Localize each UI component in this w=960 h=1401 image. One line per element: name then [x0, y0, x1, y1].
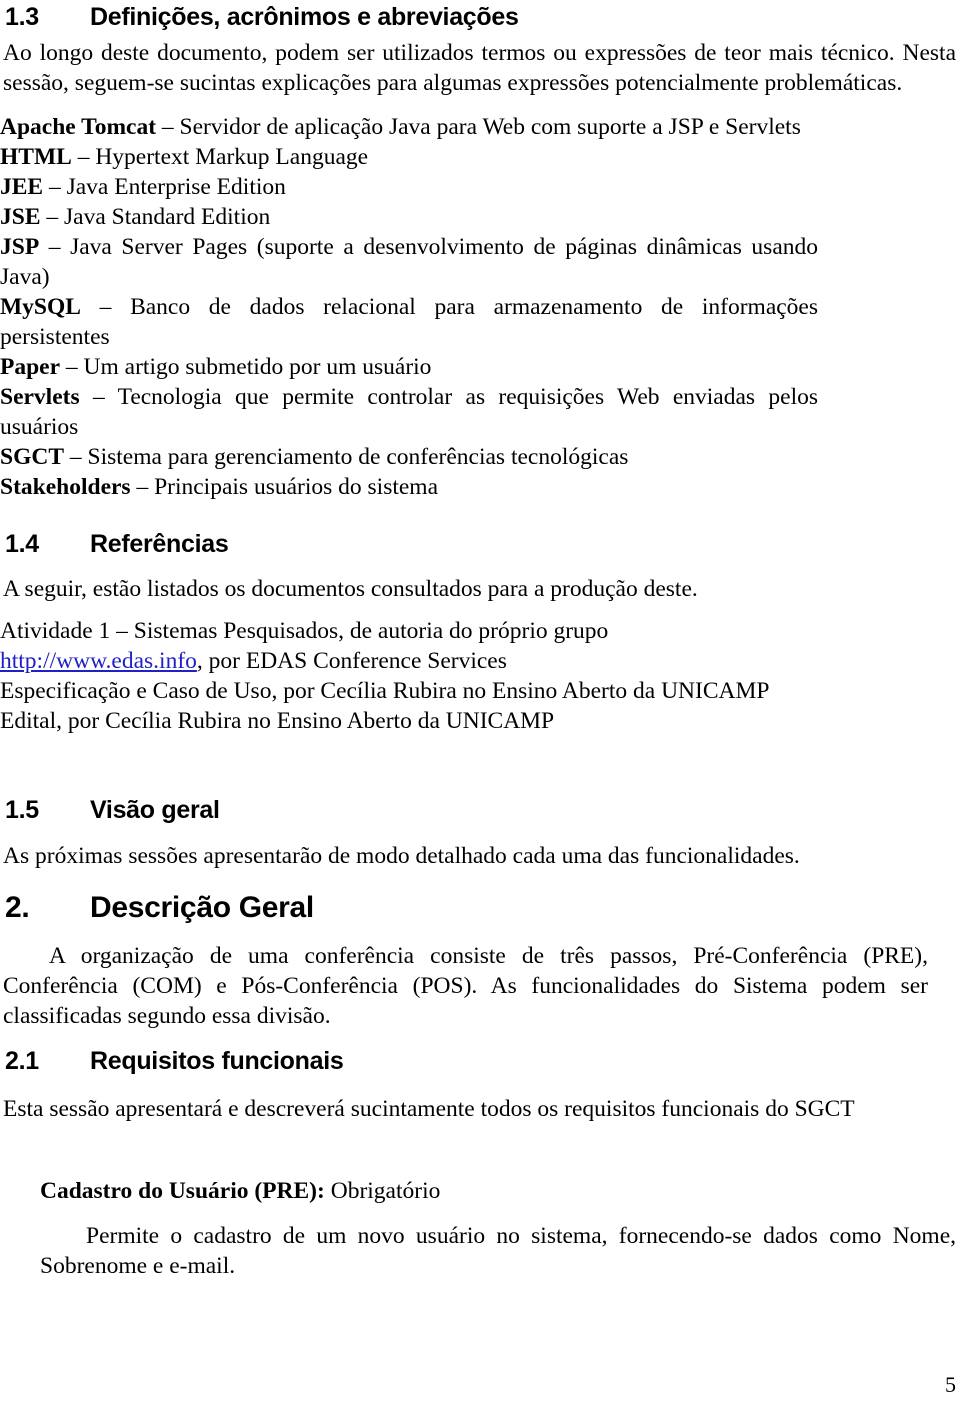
definition-text: Tecnologia que permite controlar as requ…	[0, 384, 818, 440]
definition-term: MySQL	[0, 294, 81, 320]
definition-term: HTML	[0, 144, 72, 170]
list-item: ●Servlets – Tecnologia que permite contr…	[0, 382, 818, 442]
reference-text: Atividade 1 – Sistemas Pesquisados, de a…	[0, 618, 609, 644]
definition-term: JEE	[0, 174, 44, 200]
list-item: ●Stakeholders – Principais usuários do s…	[0, 472, 818, 502]
heading-2-1-number: 2.1	[5, 1047, 39, 1075]
list-item: ●JSE – Java Standard Edition	[0, 202, 818, 232]
definition-dash: –	[79, 384, 118, 410]
list-item: ●Paper – Um artigo submetido por um usuá…	[0, 352, 818, 382]
definition-text: Principais usuários do sistema	[154, 474, 439, 500]
definitions-list: ●Apache Tomcat – Servidor de aplicação J…	[0, 112, 818, 502]
definition-dash: –	[80, 294, 131, 320]
list-item: ●Edital, por Cecília Rubira no Ensino Ab…	[0, 706, 806, 736]
list-item: ●Apache Tomcat – Servidor de aplicação J…	[0, 112, 818, 142]
definition-term: Servlets	[0, 384, 80, 410]
reference-text: Especificação e Caso de Uso, por Cecília…	[0, 678, 770, 704]
definition-text: Servidor de aplicação Java para Web com …	[179, 114, 801, 140]
requirement-heading-bold: Cadastro do Usuário (PRE):	[40, 1178, 325, 1204]
heading-1-4: 1.4 Referências	[5, 529, 905, 559]
definition-dash: –	[130, 474, 155, 500]
heading-1-3-number: 1.3	[5, 3, 39, 31]
references-list-wrapper: ●Atividade 1 – Sistemas Pesquisados, de …	[0, 616, 960, 736]
heading-1-3: 1.3 Definições, acrônimos e abreviações	[5, 2, 905, 32]
definition-term: Paper	[0, 354, 61, 380]
requirement-body: Permite o cadastro de um novo usuário no…	[40, 1223, 956, 1279]
list-item: ●Atividade 1 – Sistemas Pesquisados, de …	[0, 616, 806, 646]
list-item: ●SGCT – Sistema para gerenciamento de co…	[0, 442, 818, 472]
definition-text: Sistema para gerenciamento de conferênci…	[87, 444, 629, 470]
list-item: ●JSP – Java Server Pages (suporte a dese…	[0, 232, 818, 292]
heading-2: 2. Descrição Geral	[5, 890, 905, 926]
definition-dash: –	[40, 204, 64, 230]
definitions-list-wrapper: ●Apache Tomcat – Servidor de aplicação J…	[0, 112, 960, 502]
reference-text: , por EDAS Conference Services	[196, 648, 507, 674]
edas-link[interactable]: http://www.edas.info	[0, 648, 197, 674]
definition-text: Java Enterprise Edition	[66, 174, 286, 200]
definition-dash: –	[60, 354, 84, 380]
definition-text: Um artigo submetido por um usuário	[83, 354, 432, 380]
heading-1-3-title: Definições, acrônimos e abreviações	[90, 3, 519, 31]
page-number: 5	[945, 1372, 956, 1397]
definition-text: Hypertext Markup Language	[95, 144, 369, 170]
heading-2-1-title: Requisitos funcionais	[90, 1047, 344, 1075]
definition-dash: –	[43, 174, 67, 200]
heading-1-5-title: Visão geral	[90, 796, 220, 824]
definition-dash: –	[71, 144, 96, 170]
paragraph-functional-intro: Esta sessão apresentará e descreverá suc…	[3, 1096, 855, 1122]
heading-1-4-number: 1.4	[5, 530, 39, 558]
list-item: ●MySQL – Banco de dados relacional para …	[0, 292, 818, 352]
definition-term: JSE	[0, 204, 41, 230]
heading-2-1: 2.1 Requisitos funcionais	[5, 1046, 905, 1076]
definition-dash: –	[64, 444, 88, 470]
references-list: ●Atividade 1 – Sistemas Pesquisados, de …	[0, 616, 806, 736]
list-item: ●http://www.edas.info, por EDAS Conferen…	[0, 646, 806, 676]
paragraph-overview-body: As próximas sessões apresentarão de modo…	[3, 843, 800, 869]
reference-text: Edital, por Cecília Rubira no Ensino Abe…	[0, 708, 555, 734]
heading-1-4-title: Referências	[90, 530, 229, 558]
definition-term: SGCT	[0, 444, 64, 470]
definition-term: Stakeholders	[0, 474, 131, 500]
definition-text: Java Standard Edition	[64, 204, 271, 230]
requirement-heading: Cadastro do Usuário (PRE): Obrigatório	[40, 1176, 940, 1206]
list-item: ●HTML – Hypertext Markup Language	[0, 142, 818, 172]
heading-1-5: 1.5 Visão geral	[5, 795, 905, 825]
definition-term: JSP	[0, 234, 40, 260]
document-page: 1.3 Definições, acrônimos e abreviações …	[0, 0, 960, 1401]
list-item: ●Especificação e Caso de Uso, por Cecíli…	[0, 676, 806, 706]
heading-2-title: Descrição Geral	[90, 891, 314, 924]
heading-2-number: 2.	[5, 891, 30, 924]
definition-text: Java Server Pages (suporte a desenvolvim…	[0, 234, 819, 290]
paragraph-general-description: A organização de uma conferência consist…	[3, 943, 928, 1029]
requirement-heading-rest: Obrigatório	[324, 1178, 441, 1204]
paragraph-references-intro: A seguir, estão listados os documentos c…	[3, 576, 698, 602]
paragraph-definitions-intro: Ao longo deste documento, podem ser util…	[3, 40, 956, 96]
definition-term: Apache Tomcat	[0, 114, 157, 140]
list-item: ●JEE – Java Enterprise Edition	[0, 172, 818, 202]
definition-dash: –	[39, 234, 71, 260]
definition-dash: –	[156, 114, 180, 140]
heading-1-5-number: 1.5	[5, 796, 39, 824]
